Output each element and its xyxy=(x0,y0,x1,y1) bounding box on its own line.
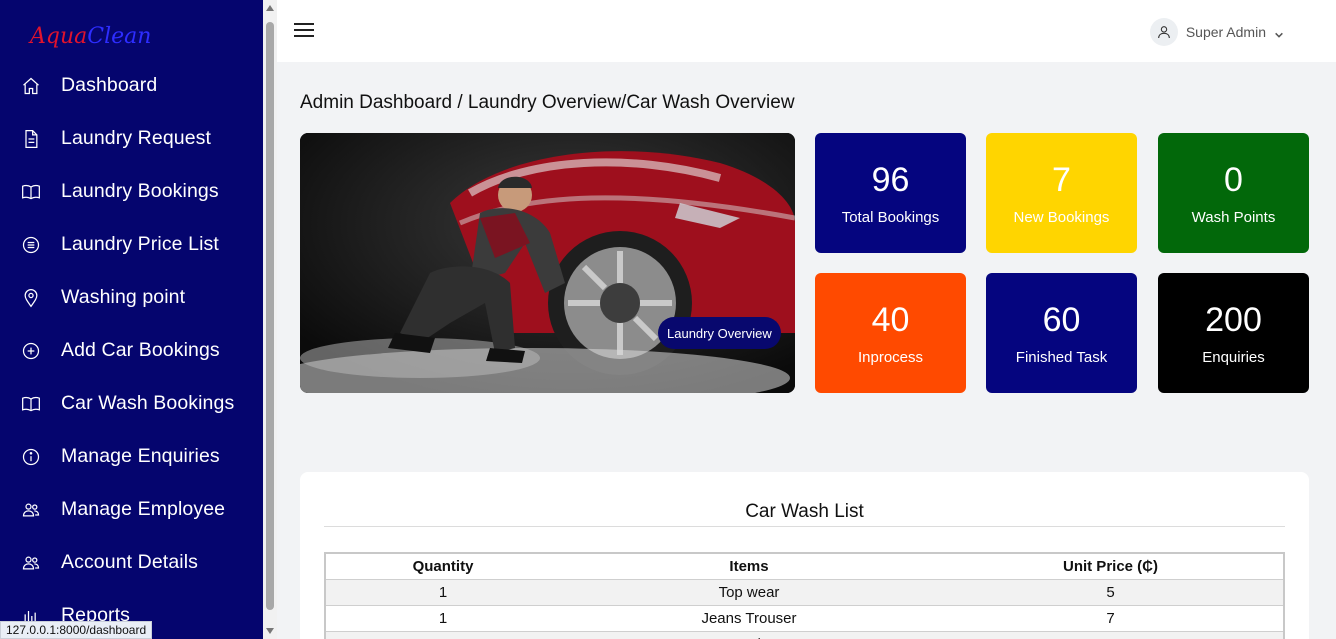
book-icon xyxy=(20,393,42,415)
stat-label: Enquiries xyxy=(1202,348,1265,366)
sidebar-item-washing-point[interactable]: Washing point xyxy=(0,271,263,324)
scroll-up-arrow-icon[interactable] xyxy=(266,5,274,11)
car-wash-illustration xyxy=(300,133,795,393)
sidebar-item-dashboard[interactable]: Dashboard xyxy=(0,59,263,112)
info-circle-icon xyxy=(20,446,42,468)
stat-label: Inprocess xyxy=(857,348,924,366)
brand-part-2: Clean xyxy=(87,24,152,49)
stat-card-new-bookings[interactable]: 7 New Bookings xyxy=(986,133,1137,253)
car-wash-table: Quantity Items Unit Price (₵) 1 Top wear… xyxy=(324,552,1285,639)
stat-label: Finished Task xyxy=(1015,348,1108,366)
sidebar-item-label: Add Car Bookings xyxy=(61,339,220,361)
sidebar-item-label: Car Wash Bookings xyxy=(61,392,235,414)
table-row: 1 Trousers/cotton 5 xyxy=(324,630,1285,639)
cell-unit-price: 7 xyxy=(938,604,1285,631)
stat-card-total-bookings[interactable]: 96 Total Bookings xyxy=(815,133,966,253)
sidebar-item-label: Manage Enquiries xyxy=(61,445,220,467)
table-row: 1 Top wear 5 xyxy=(324,578,1285,605)
cell-item: Jeans Trouser xyxy=(560,604,938,631)
stat-card-wash-points[interactable]: 0 Wash Points xyxy=(1158,133,1309,253)
hero-image xyxy=(300,133,795,393)
sidebar-item-label: Laundry Request xyxy=(61,127,212,149)
column-header-quantity: Quantity xyxy=(324,552,560,579)
stat-value: 40 xyxy=(871,300,910,339)
stat-card-finished-task[interactable]: 60 Finished Task xyxy=(986,273,1137,393)
stat-label: Wash Points xyxy=(1191,208,1276,226)
sidebar-item-car-wash-bookings[interactable]: Car Wash Bookings xyxy=(0,377,263,430)
page-title: Admin Dashboard / Laundry Overview/Car W… xyxy=(300,92,795,113)
sidebar-item-label: Washing point xyxy=(61,286,186,308)
document-icon xyxy=(20,128,42,150)
car-wash-list-title: Car Wash List xyxy=(745,501,864,522)
cell-unit-price: 5 xyxy=(938,578,1285,605)
status-bar-url: 127.0.0.1:8000/dashboard xyxy=(0,621,153,639)
location-pin-icon xyxy=(20,287,42,309)
sidebar-item-laundry-bookings[interactable]: Laundry Bookings xyxy=(0,165,263,218)
sidebar-item-label: Manage Employee xyxy=(61,498,226,520)
stat-card-enquiries[interactable]: 200 Enquiries xyxy=(1158,273,1309,393)
users-icon xyxy=(20,499,42,521)
stat-value: 0 xyxy=(1224,160,1243,199)
sidebar-item-label: Laundry Price List xyxy=(61,233,219,255)
user-avatar-icon xyxy=(1149,18,1178,46)
brand-logo[interactable]: AquaClean xyxy=(30,24,151,49)
scrollbar-thumb[interactable] xyxy=(266,22,274,610)
stat-label: Total Bookings xyxy=(841,208,940,226)
list-circle-icon xyxy=(20,234,42,256)
home-icon xyxy=(20,75,42,97)
brand-part-1: Aqua xyxy=(30,24,88,49)
cell-item: Trousers/cotton xyxy=(560,630,938,639)
stat-value: 60 xyxy=(1042,300,1081,339)
top-bar: Super Admin xyxy=(277,0,1336,62)
scroll-down-arrow-icon[interactable] xyxy=(266,628,274,634)
divider xyxy=(324,526,1285,527)
laundry-overview-button[interactable]: Laundry Overview xyxy=(658,317,781,349)
sidebar-item-account-details[interactable]: Account Details xyxy=(0,536,263,589)
plus-circle-icon xyxy=(20,340,42,362)
book-icon xyxy=(20,181,42,203)
stat-card-inprocess[interactable]: 40 Inprocess xyxy=(815,273,966,393)
sidebar: AquaClean Dashboard Laundry Request Laun… xyxy=(0,0,263,639)
table-header-row: Quantity Items Unit Price (₵) xyxy=(324,552,1285,579)
column-header-items: Items xyxy=(560,552,938,579)
stat-value: 96 xyxy=(871,160,910,199)
cell-unit-price: 5 xyxy=(938,630,1285,639)
cell-item: Top wear xyxy=(560,578,938,605)
stat-value: 200 xyxy=(1205,300,1262,339)
user-menu[interactable]: Super Admin xyxy=(1149,18,1284,46)
sidebar-item-laundry-request[interactable]: Laundry Request xyxy=(0,112,263,165)
sidebar-item-label: Dashboard xyxy=(61,74,158,96)
users-icon xyxy=(20,552,42,574)
cell-quantity: 1 xyxy=(324,604,560,631)
car-wash-list-card: Car Wash List Quantity Items Unit Price … xyxy=(300,472,1309,639)
sidebar-item-manage-enquiries[interactable]: Manage Enquiries xyxy=(0,430,263,483)
user-name: Super Admin xyxy=(1185,24,1266,40)
stat-label: New Bookings xyxy=(1013,208,1110,226)
chevron-down-icon xyxy=(1274,27,1284,38)
sidebar-item-add-car-bookings[interactable]: Add Car Bookings xyxy=(0,324,263,377)
sidebar-item-label: Laundry Bookings xyxy=(61,180,219,202)
cell-quantity: 1 xyxy=(324,630,560,639)
hamburger-menu-icon[interactable] xyxy=(294,23,314,37)
column-header-unit-price: Unit Price (₵) xyxy=(938,552,1285,579)
sidebar-nav: Dashboard Laundry Request Laundry Bookin… xyxy=(0,59,263,639)
sidebar-item-laundry-price-list[interactable]: Laundry Price List xyxy=(0,218,263,271)
sidebar-item-label: Account Details xyxy=(61,551,198,573)
table-row: 1 Jeans Trouser 7 xyxy=(324,604,1285,631)
stat-value: 7 xyxy=(1052,160,1071,199)
sidebar-scrollbar[interactable] xyxy=(263,0,277,639)
sidebar-item-manage-employee[interactable]: Manage Employee xyxy=(0,483,263,536)
cell-quantity: 1 xyxy=(324,578,560,605)
